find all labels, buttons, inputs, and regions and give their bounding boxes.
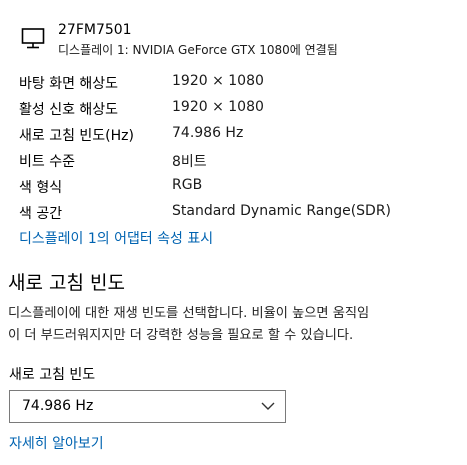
bit-depth-value: 8비트 [172,154,207,170]
desktop-resolution-label: 바탕 화면 해상도 [19,76,119,92]
active-signal-resolution-value: 1920 × 1080 [172,99,264,115]
monitor-icon [21,28,45,49]
adapter-properties-link[interactable]: 디스플레이 1의 어댑터 속성 표시 [19,228,213,248]
learn-more-link[interactable]: 자세히 알아보기 [9,433,104,453]
description-line-2: 이 더 부드러워지지만 더 강력한 성능을 필요로 할 수 있습니다. [8,328,354,343]
section-title: 새로 고침 빈도 [8,272,125,294]
color-space-label: 색 공간 [19,206,63,222]
active-signal-resolution-label: 활성 신호 해상도 [19,102,119,118]
dropdown-selected-value: 74.986 Hz [22,398,94,414]
refresh-rate-dropdown-label: 새로 고침 빈도 [9,367,96,383]
chevron-down-icon [261,402,275,410]
monitor-name: 27FM7501 [58,22,132,38]
refresh-rate-value: 74.986 Hz [172,125,244,141]
color-format-label: 색 형식 [19,180,63,196]
desktop-resolution-value: 1920 × 1080 [172,73,264,89]
bit-depth-label: 비트 수준 [19,154,75,170]
color-format-value: RGB [172,177,203,193]
monitor-connection-info: 디스플레이 1: NVIDIA GeForce GTX 1080에 연결됨 [58,43,338,57]
color-space-value: Standard Dynamic Range(SDR) [172,203,392,219]
refresh-rate-dropdown[interactable]: 74.986 Hz [9,390,286,423]
description-line-1: 디스플레이에 대한 재생 빈도를 선택합니다. 비율이 높으면 움직임 [8,306,370,321]
refresh-rate-label: 새로 고침 빈도(Hz) [19,128,134,144]
